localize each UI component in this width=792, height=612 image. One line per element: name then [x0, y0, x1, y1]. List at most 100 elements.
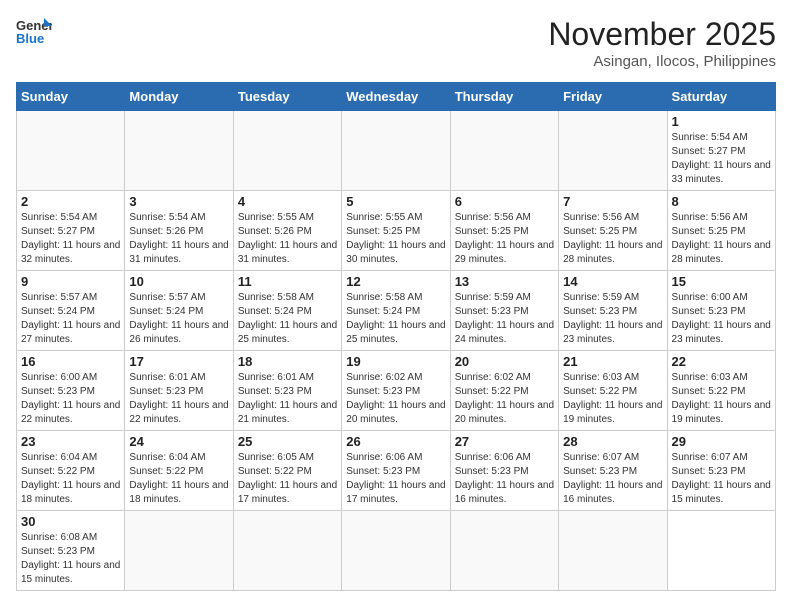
- day-info: Sunrise: 6:05 AM Sunset: 5:22 PM Dayligh…: [238, 451, 337, 507]
- day-info: Sunrise: 5:59 AM Sunset: 5:23 PM Dayligh…: [563, 291, 662, 347]
- day-number: 23: [21, 434, 120, 449]
- day-info: Sunrise: 5:54 AM Sunset: 5:26 PM Dayligh…: [129, 211, 228, 267]
- calendar-cell: [233, 111, 341, 191]
- calendar-cell: [342, 511, 450, 591]
- calendar-cell: [342, 111, 450, 191]
- calendar-cell: 7 Sunrise: 5:56 AM Sunset: 5:25 PM Daylig…: [559, 191, 667, 271]
- day-info: Sunrise: 5:54 AM Sunset: 5:27 PM Dayligh…: [672, 131, 771, 187]
- calendar-cell: 14 Sunrise: 5:59 AM Sunset: 5:23 PM Dayli…: [559, 271, 667, 351]
- day-number: 8: [672, 194, 771, 209]
- calendar-cell: 30Sunrise: 6:08 AM Sunset: 5:23 PM Dayli…: [17, 511, 125, 591]
- calendar-cell: 16 Sunrise: 6:00 AM Sunset: 5:23 PM Dayli…: [17, 351, 125, 431]
- day-info: Sunrise: 6:04 AM Sunset: 5:22 PM Dayligh…: [21, 451, 120, 507]
- calendar-cell: 19 Sunrise: 6:02 AM Sunset: 5:23 PM Dayli…: [342, 351, 450, 431]
- day-number: 18: [238, 354, 337, 369]
- day-number: 22: [672, 354, 771, 369]
- calendar-cell: 12Sunrise: 5:58 AM Sunset: 5:24 PM Dayli…: [342, 271, 450, 351]
- day-info: Sunrise: 6:01 AM Sunset: 5:23 PM Dayligh…: [238, 371, 337, 427]
- calendar-cell: 6 Sunrise: 5:56 AM Sunset: 5:25 PM Daylig…: [450, 191, 558, 271]
- day-info: Sunrise: 5:56 AM Sunset: 5:25 PM Dayligh…: [563, 211, 662, 267]
- day-number: 29: [672, 434, 771, 449]
- day-number: 17: [129, 354, 228, 369]
- calendar-cell: [233, 511, 341, 591]
- title-area: November 2025 Asingan, Ilocos, Philippin…: [548, 16, 776, 70]
- calendar-cell: 27 Sunrise: 6:06 AM Sunset: 5:23 PM Dayli…: [450, 431, 558, 511]
- calendar-cell: [125, 511, 233, 591]
- calendar-cell: [450, 511, 558, 591]
- weekday-header-thursday: Thursday: [450, 83, 558, 111]
- day-info: Sunrise: 5:57 AM Sunset: 5:24 PM Dayligh…: [21, 291, 120, 347]
- day-info: Sunrise: 5:55 AM Sunset: 5:25 PM Dayligh…: [346, 211, 445, 267]
- calendar-cell: 22 Sunrise: 6:03 AM Sunset: 5:22 PM Dayli…: [667, 351, 775, 431]
- day-info: Sunrise: 5:57 AM Sunset: 5:24 PM Dayligh…: [129, 291, 228, 347]
- day-number: 24: [129, 434, 228, 449]
- day-number: 20: [455, 354, 554, 369]
- day-number: 9: [21, 274, 120, 289]
- calendar-week-row: 9 Sunrise: 5:57 AM Sunset: 5:24 PM Daylig…: [17, 271, 776, 351]
- weekday-header-monday: Monday: [125, 83, 233, 111]
- weekday-header-friday: Friday: [559, 83, 667, 111]
- day-info: Sunrise: 6:00 AM Sunset: 5:23 PM Dayligh…: [21, 371, 120, 427]
- day-info: Sunrise: 5:55 AM Sunset: 5:26 PM Dayligh…: [238, 211, 337, 267]
- day-number: 1: [672, 114, 771, 129]
- weekday-header-sunday: Sunday: [17, 83, 125, 111]
- calendar-cell: [125, 111, 233, 191]
- generalblue-logo-icon: General Blue: [16, 16, 52, 46]
- calendar-cell: 9 Sunrise: 5:57 AM Sunset: 5:24 PM Daylig…: [17, 271, 125, 351]
- calendar-week-row: 1 Sunrise: 5:54 AM Sunset: 5:27 PM Daylig…: [17, 111, 776, 191]
- calendar-cell: [450, 111, 558, 191]
- day-info: Sunrise: 6:06 AM Sunset: 5:23 PM Dayligh…: [455, 451, 554, 507]
- calendar-header-row: SundayMondayTuesdayWednesdayThursdayFrid…: [17, 83, 776, 111]
- calendar-cell: 2Sunrise: 5:54 AM Sunset: 5:27 PM Daylig…: [17, 191, 125, 271]
- calendar-cell: 3 Sunrise: 5:54 AM Sunset: 5:26 PM Daylig…: [125, 191, 233, 271]
- day-number: 4: [238, 194, 337, 209]
- day-number: 25: [238, 434, 337, 449]
- day-number: 16: [21, 354, 120, 369]
- day-number: 21: [563, 354, 662, 369]
- calendar-cell: [17, 111, 125, 191]
- calendar-cell: 26 Sunrise: 6:06 AM Sunset: 5:23 PM Dayli…: [342, 431, 450, 511]
- day-info: Sunrise: 5:54 AM Sunset: 5:27 PM Dayligh…: [21, 211, 120, 267]
- calendar-cell: 15Sunrise: 6:00 AM Sunset: 5:23 PM Dayli…: [667, 271, 775, 351]
- header: General Blue November 2025 Asingan, Iloc…: [16, 16, 776, 70]
- calendar-cell: [559, 111, 667, 191]
- calendar-cell: 23 Sunrise: 6:04 AM Sunset: 5:22 PM Dayli…: [17, 431, 125, 511]
- day-number: 3: [129, 194, 228, 209]
- day-info: Sunrise: 6:04 AM Sunset: 5:22 PM Dayligh…: [129, 451, 228, 507]
- calendar-cell: 11Sunrise: 5:58 AM Sunset: 5:24 PM Dayli…: [233, 271, 341, 351]
- calendar-cell: 4 Sunrise: 5:55 AM Sunset: 5:26 PM Daylig…: [233, 191, 341, 271]
- day-number: 19: [346, 354, 445, 369]
- day-info: Sunrise: 6:07 AM Sunset: 5:23 PM Dayligh…: [672, 451, 771, 507]
- weekday-header-saturday: Saturday: [667, 83, 775, 111]
- day-info: Sunrise: 6:02 AM Sunset: 5:22 PM Dayligh…: [455, 371, 554, 427]
- day-info: Sunrise: 6:07 AM Sunset: 5:23 PM Dayligh…: [563, 451, 662, 507]
- calendar-cell: 29 Sunrise: 6:07 AM Sunset: 5:23 PM Dayli…: [667, 431, 775, 511]
- location-title: Asingan, Ilocos, Philippines: [548, 53, 776, 70]
- calendar-cell: 10Sunrise: 5:57 AM Sunset: 5:24 PM Dayli…: [125, 271, 233, 351]
- day-info: Sunrise: 6:02 AM Sunset: 5:23 PM Dayligh…: [346, 371, 445, 427]
- day-number: 27: [455, 434, 554, 449]
- calendar-week-row: 2Sunrise: 5:54 AM Sunset: 5:27 PM Daylig…: [17, 191, 776, 271]
- calendar-cell: 18 Sunrise: 6:01 AM Sunset: 5:23 PM Dayli…: [233, 351, 341, 431]
- weekday-header-tuesday: Tuesday: [233, 83, 341, 111]
- day-number: 6: [455, 194, 554, 209]
- day-info: Sunrise: 5:58 AM Sunset: 5:24 PM Dayligh…: [238, 291, 337, 347]
- day-number: 14: [563, 274, 662, 289]
- calendar-week-row: 16 Sunrise: 6:00 AM Sunset: 5:23 PM Dayli…: [17, 351, 776, 431]
- calendar-week-row: 30Sunrise: 6:08 AM Sunset: 5:23 PM Dayli…: [17, 511, 776, 591]
- day-info: Sunrise: 6:06 AM Sunset: 5:23 PM Dayligh…: [346, 451, 445, 507]
- calendar-cell: 13Sunrise: 5:59 AM Sunset: 5:23 PM Dayli…: [450, 271, 558, 351]
- calendar-cell: [667, 511, 775, 591]
- day-number: 7: [563, 194, 662, 209]
- day-number: 30: [21, 514, 120, 529]
- calendar-week-row: 23 Sunrise: 6:04 AM Sunset: 5:22 PM Dayli…: [17, 431, 776, 511]
- day-info: Sunrise: 6:03 AM Sunset: 5:22 PM Dayligh…: [563, 371, 662, 427]
- logo: General Blue: [16, 16, 52, 46]
- day-number: 13: [455, 274, 554, 289]
- day-info: Sunrise: 6:03 AM Sunset: 5:22 PM Dayligh…: [672, 371, 771, 427]
- calendar-cell: 5Sunrise: 5:55 AM Sunset: 5:25 PM Daylig…: [342, 191, 450, 271]
- day-number: 26: [346, 434, 445, 449]
- weekday-header-wednesday: Wednesday: [342, 83, 450, 111]
- day-info: Sunrise: 5:56 AM Sunset: 5:25 PM Dayligh…: [455, 211, 554, 267]
- calendar-cell: 1 Sunrise: 5:54 AM Sunset: 5:27 PM Daylig…: [667, 111, 775, 191]
